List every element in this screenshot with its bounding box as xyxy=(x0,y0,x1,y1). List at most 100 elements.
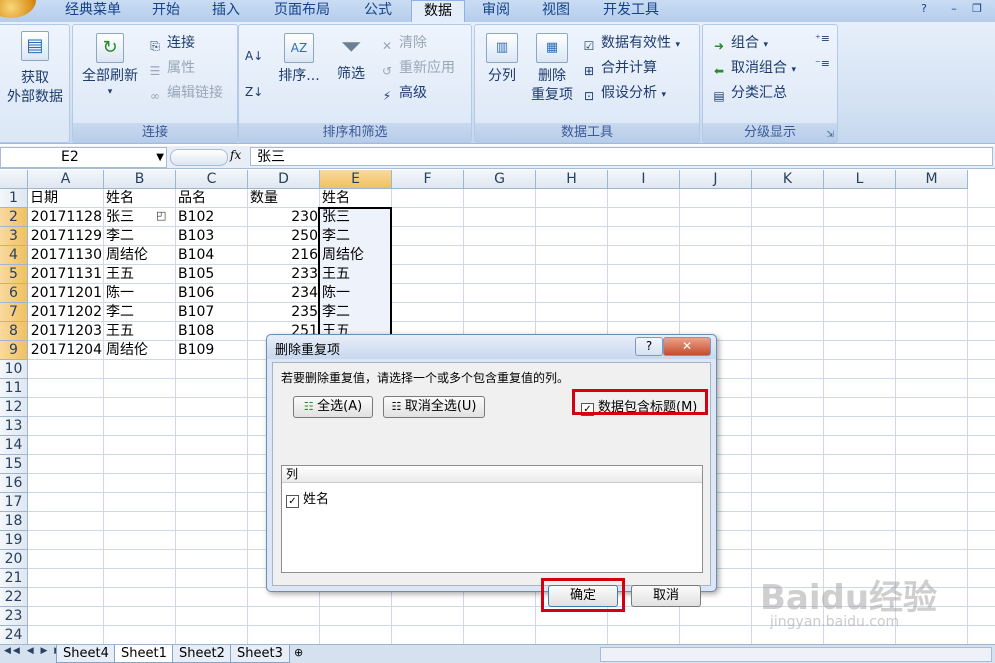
sheet-tab-sheet1[interactable]: Sheet1 xyxy=(114,645,174,663)
dialog-titlebar[interactable]: 删除重复项 ? ✕ xyxy=(267,335,716,359)
table-cell[interactable]: B107 xyxy=(176,303,248,322)
table-cell[interactable]: 20171130 xyxy=(28,246,104,265)
tab-developer[interactable]: 开发工具 xyxy=(590,0,672,22)
name-box[interactable]: E2 ▼ xyxy=(0,147,167,168)
table-cell[interactable]: 230 xyxy=(248,208,320,227)
table-cell[interactable]: 姓名 xyxy=(104,189,176,208)
row-header-6[interactable]: 6 xyxy=(0,284,28,303)
table-cell[interactable]: 周结伦 xyxy=(104,341,176,360)
table-cell[interactable]: B102 xyxy=(176,208,248,227)
row-header-16[interactable]: 16 xyxy=(0,474,28,493)
connections-button[interactable]: ⎘ 连接 xyxy=(147,33,195,53)
table-cell[interactable]: 周结伦 xyxy=(104,246,176,265)
sheet-tab-sheet2[interactable]: Sheet2 xyxy=(172,645,232,663)
hide-detail-icon[interactable]: ⁻≡ xyxy=(815,54,830,74)
tab-review[interactable]: 审阅 xyxy=(470,0,522,22)
row-header-20[interactable]: 20 xyxy=(0,550,28,569)
table-cell[interactable]: 日期 xyxy=(28,189,104,208)
table-cell[interactable]: B105 xyxy=(176,265,248,284)
reapply-button[interactable]: ↺ 重新应用 xyxy=(379,58,455,78)
row-header-1[interactable]: 1 xyxy=(0,189,28,208)
row-header-5[interactable]: 5 xyxy=(0,265,28,284)
table-cell[interactable]: 20171202 xyxy=(28,303,104,322)
data-validation-button[interactable]: ☑ 数据有效性 ▾ xyxy=(581,33,680,53)
table-cell[interactable]: 235 xyxy=(248,303,320,322)
row-header-14[interactable]: 14 xyxy=(0,436,28,455)
table-cell[interactable]: 王五 xyxy=(320,265,392,284)
table-cell[interactable]: 250 xyxy=(248,227,320,246)
column-header-i[interactable]: I xyxy=(608,170,680,189)
column-header-e[interactable]: E xyxy=(320,170,392,189)
row-header-11[interactable]: 11 xyxy=(0,379,28,398)
tab-home[interactable]: 开始 xyxy=(140,0,192,22)
tab-insert[interactable]: 插入 xyxy=(200,0,252,22)
table-cell[interactable]: 陈一 xyxy=(104,284,176,303)
office-button[interactable] xyxy=(0,0,36,18)
table-cell[interactable]: 王五 xyxy=(104,265,176,284)
remove-duplicates-button[interactable]: ▦ 删除 重复项 xyxy=(527,33,577,105)
column-header-b[interactable]: B xyxy=(104,170,176,189)
close-button[interactable]: ✕ xyxy=(663,337,711,356)
table-cell[interactable]: 王五 xyxy=(104,322,176,341)
dialog-launcher-icon[interactable]: ⇲ xyxy=(826,130,834,140)
table-cell[interactable]: 品名 xyxy=(176,189,248,208)
tab-page-layout[interactable]: 页面布局 xyxy=(262,0,342,22)
refresh-all-button[interactable]: ↻ 全部刷新 ▾ xyxy=(77,33,143,98)
row-header-4[interactable]: 4 xyxy=(0,246,28,265)
column-header-l[interactable]: L xyxy=(824,170,896,189)
table-cell[interactable]: 陈一 xyxy=(320,284,392,303)
table-cell[interactable]: B108 xyxy=(176,322,248,341)
sort-button[interactable]: AZ 排序... xyxy=(275,33,323,86)
table-cell[interactable]: 姓名 xyxy=(320,189,392,208)
row-header-10[interactable]: 10 xyxy=(0,360,28,379)
sheet-tab-sheet4[interactable]: Sheet4 xyxy=(56,645,116,663)
column-header-d[interactable]: D xyxy=(248,170,320,189)
table-cell[interactable]: 20171128 xyxy=(28,208,104,227)
group-button[interactable]: ➜ 组合 ▾ xyxy=(711,33,768,53)
row-header-7[interactable]: 7 xyxy=(0,303,28,322)
columns-list[interactable]: 列 ✓ 姓名 xyxy=(281,465,703,573)
table-cell[interactable]: 233 xyxy=(248,265,320,284)
get-external-data-button[interactable]: ▤ 获取 外部数据 xyxy=(0,31,71,107)
row-header-2[interactable]: 2 xyxy=(0,208,28,227)
tab-view[interactable]: 视图 xyxy=(530,0,582,22)
horizontal-scrollbar[interactable] xyxy=(600,647,992,662)
show-detail-icon[interactable]: ⁺≡ xyxy=(815,29,830,49)
column-header-k[interactable]: K xyxy=(752,170,824,189)
advanced-filter-button[interactable]: ⚡ 高级 xyxy=(379,83,427,103)
column-header-g[interactable]: G xyxy=(464,170,536,189)
table-cell[interactable]: 234 xyxy=(248,284,320,303)
table-cell[interactable]: 216 xyxy=(248,246,320,265)
row-header-22[interactable]: 22 xyxy=(0,588,28,607)
row-header-8[interactable]: 8 xyxy=(0,322,28,341)
table-cell[interactable]: 20171203 xyxy=(28,322,104,341)
column-header-c[interactable]: C xyxy=(176,170,248,189)
table-cell[interactable]: 20171201 xyxy=(28,284,104,303)
table-cell[interactable]: 20171129 xyxy=(28,227,104,246)
restore-icon[interactable]: ❐ xyxy=(968,1,986,17)
row-header-23[interactable]: 23 xyxy=(0,607,28,626)
column-header-j[interactable]: J xyxy=(680,170,752,189)
formula-input[interactable]: 张三 xyxy=(250,147,993,166)
filter-button[interactable]: ⏷ 筛选 xyxy=(329,33,373,84)
subtotal-button[interactable]: ▤ 分类汇总 xyxy=(711,83,787,103)
edit-links-button[interactable]: ∞ 编辑链接 xyxy=(147,83,223,103)
properties-button[interactable]: ☰ 属性 xyxy=(147,58,195,78)
minimize-icon[interactable]: – xyxy=(945,1,963,17)
row-header-21[interactable]: 21 xyxy=(0,569,28,588)
tab-data[interactable]: 数据 xyxy=(411,0,465,23)
row-header-13[interactable]: 13 xyxy=(0,417,28,436)
insert-function-icon[interactable]: fx xyxy=(230,148,241,162)
list-item[interactable]: ✓ 姓名 xyxy=(286,488,329,508)
column-header-h[interactable]: H xyxy=(536,170,608,189)
row-header-15[interactable]: 15 xyxy=(0,455,28,474)
row-header-18[interactable]: 18 xyxy=(0,512,28,531)
insert-sheet-icon[interactable]: ⊕ xyxy=(294,646,303,659)
table-cell[interactable]: B104 xyxy=(176,246,248,265)
column-header-m[interactable]: M xyxy=(896,170,968,189)
column-header-f[interactable]: F xyxy=(392,170,464,189)
tab-classic-menu[interactable]: 经典菜单 xyxy=(50,0,136,22)
table-cell[interactable]: 周结伦 xyxy=(320,246,392,265)
consolidate-button[interactable]: ⊞ 合并计算 xyxy=(581,58,657,78)
sheet-tab-sheet3[interactable]: Sheet3 xyxy=(230,645,290,663)
